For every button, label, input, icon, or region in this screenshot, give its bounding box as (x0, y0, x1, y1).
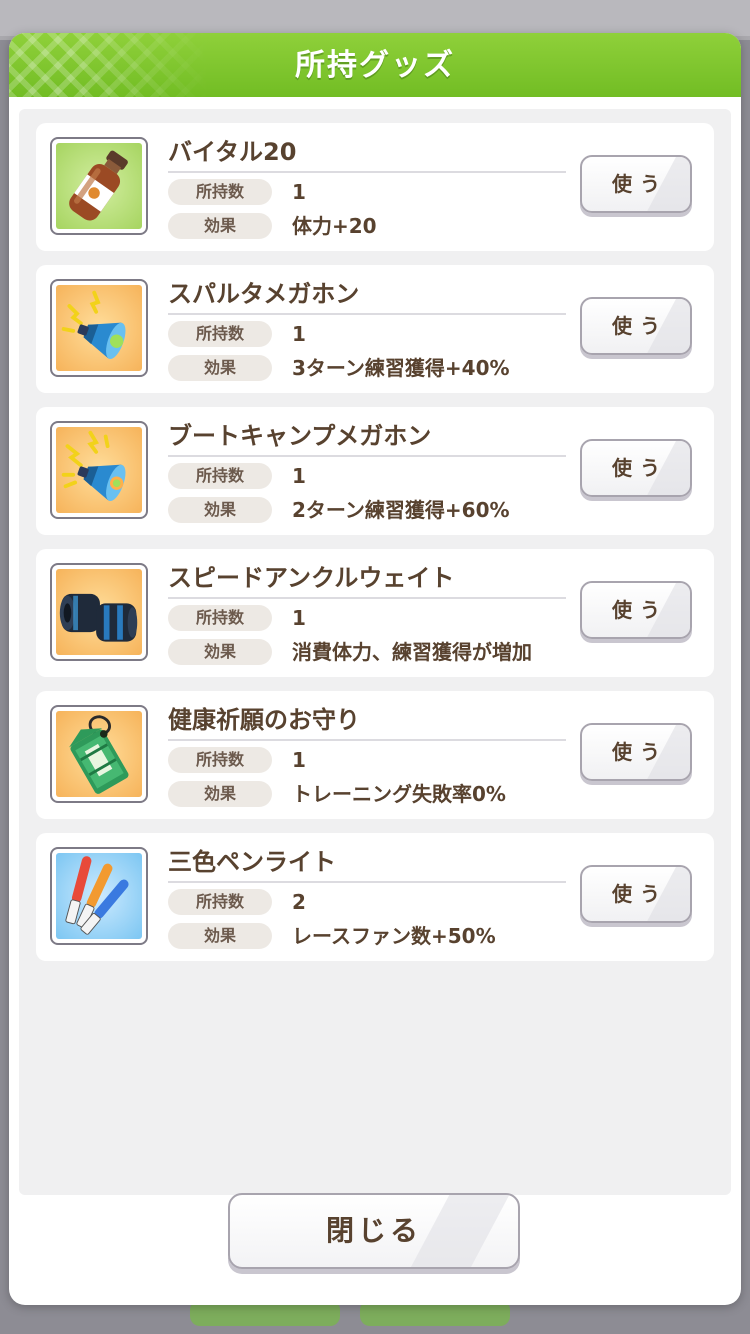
use-button-label: 使う (612, 882, 668, 906)
count-value: 1 (292, 748, 306, 772)
count-value: 1 (292, 464, 306, 488)
count-value: 1 (292, 606, 306, 630)
item-icon-frame (50, 563, 148, 661)
effect-label: 効果 (168, 213, 272, 239)
item-name: スピードアンクルウェイト (168, 564, 455, 592)
owned-goods-dialog: 所持グッズ バイタル20 所持数 1 効果 体力+20 使う スパルタメガホン … (9, 33, 741, 1305)
background-top-bar (0, 0, 750, 36)
item-name: 三色ペンライト (168, 848, 336, 876)
count-value: 1 (292, 322, 306, 346)
item-list: バイタル20 所持数 1 効果 体力+20 使う スパルタメガホン 所持数 1 … (19, 109, 731, 1195)
use-button-label: 使う (612, 456, 668, 480)
use-button[interactable]: 使う (580, 723, 692, 781)
divider (168, 597, 566, 599)
list-item: スピードアンクルウェイト 所持数 1 効果 消費体力、練習獲得が増加 使う (36, 549, 714, 677)
divider (168, 881, 566, 883)
megaphone-icon (56, 427, 142, 513)
divider (168, 171, 566, 173)
item-name: スパルタメガホン (168, 280, 360, 308)
item-icon-frame (50, 421, 148, 519)
close-button-label: 閉じる (325, 1214, 422, 1247)
effect-label: 効果 (168, 923, 272, 949)
count-label: 所持数 (168, 747, 272, 773)
effect-value: 3ターン練習獲得+40% (292, 356, 510, 380)
use-button[interactable]: 使う (580, 297, 692, 355)
effect-label: 効果 (168, 355, 272, 381)
count-value: 1 (292, 180, 306, 204)
divider (168, 739, 566, 741)
penlight-icon (56, 853, 142, 939)
effect-value: 体力+20 (292, 214, 377, 238)
effect-label: 効果 (168, 781, 272, 807)
count-label: 所持数 (168, 463, 272, 489)
item-name: バイタル20 (168, 138, 297, 166)
effect-label: 効果 (168, 497, 272, 523)
list-item: ブートキャンプメガホン 所持数 1 効果 2ターン練習獲得+60% 使う (36, 407, 714, 535)
dialog-title: 所持グッズ (295, 48, 455, 83)
item-icon-frame (50, 279, 148, 377)
use-button-label: 使う (612, 598, 668, 622)
count-value: 2 (292, 890, 306, 914)
close-button[interactable]: 閉じる (228, 1193, 520, 1269)
effect-value: 消費体力、練習獲得が増加 (292, 640, 532, 664)
count-label: 所持数 (168, 179, 272, 205)
item-name: 健康祈願のお守り (168, 706, 360, 734)
use-button[interactable]: 使う (580, 865, 692, 923)
amulet-icon (56, 711, 142, 797)
megaphone-icon (56, 285, 142, 371)
use-button-label: 使う (612, 172, 668, 196)
item-icon-frame (50, 847, 148, 945)
item-icon-frame (50, 137, 148, 235)
use-button-label: 使う (612, 740, 668, 764)
drink-bottle-icon (56, 143, 142, 229)
use-button[interactable]: 使う (580, 155, 692, 213)
effect-value: トレーニング失敗率0% (292, 782, 506, 806)
use-button[interactable]: 使う (580, 439, 692, 497)
count-label: 所持数 (168, 321, 272, 347)
count-label: 所持数 (168, 889, 272, 915)
item-icon-frame (50, 705, 148, 803)
item-name: ブートキャンプメガホン (168, 422, 432, 450)
use-button[interactable]: 使う (580, 581, 692, 639)
effect-value: レースファン数+50% (292, 924, 496, 948)
dialog-header: 所持グッズ (9, 33, 741, 97)
list-item: バイタル20 所持数 1 効果 体力+20 使う (36, 123, 714, 251)
effect-value: 2ターン練習獲得+60% (292, 498, 510, 522)
effect-label: 効果 (168, 639, 272, 665)
list-item: スパルタメガホン 所持数 1 効果 3ターン練習獲得+40% 使う (36, 265, 714, 393)
count-label: 所持数 (168, 605, 272, 631)
list-item: 三色ペンライト 所持数 2 効果 レースファン数+50% 使う (36, 833, 714, 961)
divider (168, 313, 566, 315)
ankle-weight-icon (56, 569, 142, 655)
use-button-label: 使う (612, 314, 668, 338)
list-item: 健康祈願のお守り 所持数 1 効果 トレーニング失敗率0% 使う (36, 691, 714, 819)
divider (168, 455, 566, 457)
